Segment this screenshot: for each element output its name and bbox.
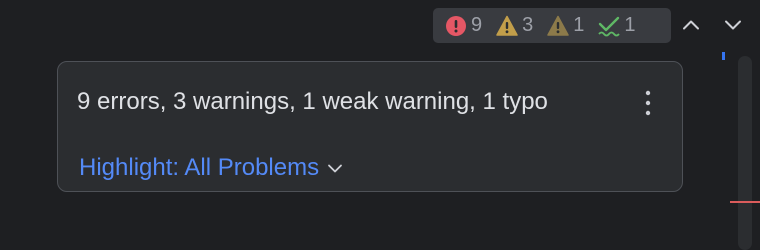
- change-marker[interactable]: [722, 52, 725, 60]
- chevron-down-icon[interactable]: [721, 13, 745, 37]
- highlight-level-label: Highlight: All Problems: [79, 154, 320, 181]
- problems-summary: 9 errors, 3 warnings, 1 weak warning, 1 …: [77, 88, 548, 115]
- errors-count[interactable]: 9: [445, 8, 482, 43]
- more-vertical-icon[interactable]: [640, 88, 656, 118]
- weak-warnings-count-value: 1: [573, 14, 585, 36]
- error-stripe-marker[interactable]: [730, 201, 760, 203]
- error-icon: [446, 15, 466, 36]
- weak-warning-icon: [547, 15, 569, 36]
- chevron-down-icon: [328, 164, 343, 173]
- errors-count-value: 9: [471, 14, 483, 36]
- typos-count[interactable]: 1: [598, 8, 636, 43]
- editor-area: 9 3 1 1 9 errors, 3 warnings, 1 weak war…: [0, 0, 760, 250]
- warnings-count-value: 3: [522, 14, 534, 36]
- weak-warnings-count[interactable]: 1: [547, 8, 584, 43]
- inspection-widget[interactable]: 9 3 1 1: [433, 8, 671, 43]
- typo-icon: [598, 16, 621, 36]
- vertical-scrollbar[interactable]: [738, 56, 752, 250]
- chevron-up-icon[interactable]: [679, 13, 703, 37]
- problems-popup: 9 errors, 3 warnings, 1 weak warning, 1 …: [57, 61, 683, 192]
- warnings-count[interactable]: 3: [496, 8, 533, 43]
- warning-icon: [496, 15, 518, 36]
- typos-count-value: 1: [624, 14, 636, 36]
- highlight-level-dropdown[interactable]: Highlight: All Problems: [79, 154, 345, 182]
